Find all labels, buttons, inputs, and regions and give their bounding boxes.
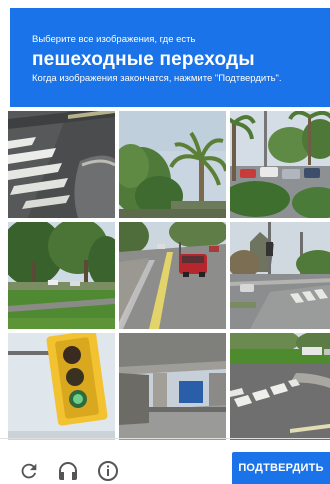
instruction-note: Когда изображения закончатся, нажмите "П…	[32, 73, 282, 84]
info-button[interactable]	[95, 458, 121, 484]
reload-button[interactable]	[16, 458, 42, 484]
instruction-text: Выберите все изображения, где есть	[32, 34, 196, 45]
image-tile-9[interactable]	[230, 333, 330, 440]
target-object-text: пешеходные переходы	[32, 49, 255, 70]
image-tile-1[interactable]	[8, 111, 115, 218]
verify-button[interactable]: ПОДТВЕРДИТЬ	[232, 452, 330, 484]
footer-divider	[0, 438, 330, 439]
image-tile-3[interactable]	[230, 111, 330, 218]
image-tile-2[interactable]	[119, 111, 226, 218]
image-tile-8[interactable]	[119, 333, 226, 440]
challenge-header: Выберите все изображения, где есть пешех…	[10, 8, 330, 107]
image-grid	[8, 111, 330, 440]
image-tile-4[interactable]	[8, 222, 115, 329]
reload-icon	[21, 463, 37, 479]
headphones-icon	[59, 462, 77, 480]
info-icon	[98, 461, 118, 481]
image-tile-7[interactable]	[8, 333, 115, 440]
captcha-challenge: Выберите все изображения, где есть пешех…	[0, 0, 330, 484]
audio-challenge-button[interactable]	[55, 458, 81, 484]
image-tile-5[interactable]	[119, 222, 226, 329]
image-tile-6[interactable]	[230, 222, 330, 329]
